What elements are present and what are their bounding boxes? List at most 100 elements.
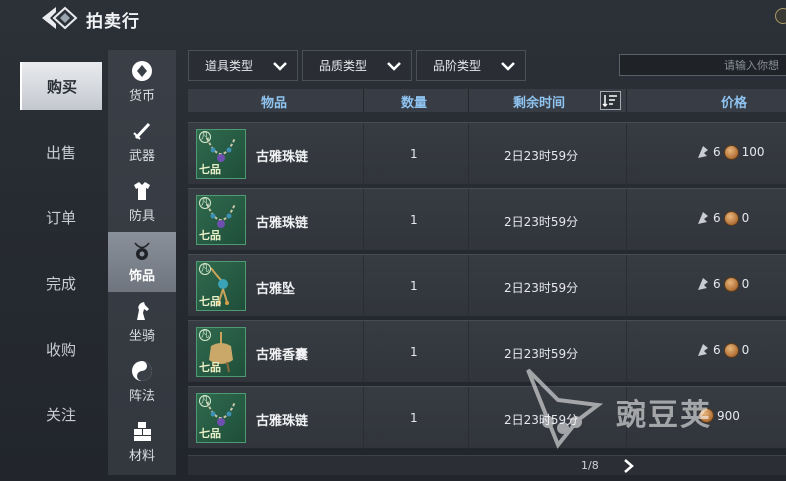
copper-coin-icon bbox=[699, 408, 714, 423]
feather-ingot-icon bbox=[698, 278, 708, 290]
coin-badge-icon[interactable] bbox=[775, 8, 786, 24]
back-icon[interactable] bbox=[40, 4, 80, 32]
currency-icon bbox=[132, 61, 152, 81]
item-quantity: 1 bbox=[410, 345, 418, 359]
tier-badge: 凡 bbox=[199, 329, 211, 341]
pagination-bar: 1/8 bbox=[188, 455, 786, 475]
necklace-icon: 凡 七品 bbox=[196, 129, 246, 179]
horse-icon bbox=[137, 302, 149, 320]
item-name: 古雅珠链 bbox=[256, 150, 309, 165]
item-price: 6 0 bbox=[696, 342, 749, 358]
item-quantity: 1 bbox=[410, 411, 418, 425]
nav-sell[interactable]: 出售 bbox=[20, 128, 102, 176]
price-coin: 0 bbox=[741, 211, 750, 225]
tier-badge: 凡 bbox=[199, 395, 211, 407]
feather-ingot-icon bbox=[698, 146, 708, 158]
feather-ingot-icon bbox=[698, 212, 708, 224]
category-label: 饰品 bbox=[128, 269, 155, 284]
category-label: 阵法 bbox=[128, 389, 155, 404]
category-armor[interactable]: 防具 bbox=[108, 172, 176, 232]
item-quantity: 1 bbox=[410, 213, 418, 227]
necklace-icon: 凡 七品 bbox=[196, 393, 246, 443]
tier-badge: 凡 bbox=[199, 263, 211, 275]
header-bar: 拍卖行 bbox=[0, 0, 786, 40]
nav-buy[interactable]: 购买 bbox=[20, 62, 102, 110]
column-header-item: 物品 bbox=[261, 96, 288, 111]
nav-watchlist[interactable]: 关注 bbox=[20, 390, 102, 438]
necklace-icon: 凡 七品 bbox=[196, 195, 246, 245]
nav-completed[interactable]: 完成 bbox=[20, 259, 102, 307]
sachet-icon: 凡 七品 bbox=[196, 327, 246, 377]
tier-badge: 凡 bbox=[199, 131, 211, 143]
item-type-label: 道具类型 bbox=[205, 59, 254, 73]
quality-label: 七品 bbox=[199, 229, 221, 242]
item-price: 6 0 bbox=[696, 210, 749, 226]
category-column: 货币 武器 防具 饰品 坐骑 阵法 材料 bbox=[108, 50, 176, 475]
yinyang-icon bbox=[132, 361, 152, 381]
quality-label: 七品 bbox=[199, 427, 221, 440]
column-header-quantity: 数量 bbox=[401, 96, 428, 111]
tier-type-label: 品阶类型 bbox=[433, 59, 482, 73]
item-name: 古雅香囊 bbox=[256, 348, 309, 363]
table-row[interactable]: 凡 七品 古雅香囊 1 2日23时59分 6 0 bbox=[188, 320, 786, 383]
quality-label: 七品 bbox=[199, 361, 221, 374]
quality-label: 七品 bbox=[199, 163, 221, 176]
item-type-dropdown[interactable]: 道具类型 bbox=[188, 50, 298, 81]
category-label: 武器 bbox=[128, 149, 155, 164]
page-indicator: 1/8 bbox=[581, 459, 599, 472]
category-weapon[interactable]: 武器 bbox=[108, 112, 176, 172]
item-price: 6 0 bbox=[696, 276, 749, 292]
column-header-price: 价格 bbox=[721, 96, 748, 111]
quality-type-dropdown[interactable]: 品质类型 bbox=[302, 50, 412, 81]
item-remaining-time: 2日23时59分 bbox=[504, 413, 579, 427]
category-accessory[interactable]: 饰品 bbox=[108, 232, 176, 292]
price-coin: 100 bbox=[741, 145, 765, 159]
copper-coin-icon bbox=[723, 144, 739, 160]
page-title: 拍卖行 bbox=[86, 12, 140, 32]
sort-icon bbox=[602, 95, 617, 108]
category-material[interactable]: 材料 bbox=[108, 412, 176, 472]
table-row[interactable]: 凡 七品 古雅坠 1 2日23时59分 6 0 bbox=[188, 254, 786, 317]
tier-badge: 凡 bbox=[199, 197, 211, 209]
nav-orders[interactable]: 订单 bbox=[20, 193, 102, 241]
table-row[interactable]: 凡 七品 古雅珠链 1 2日23时59分 6 0 bbox=[188, 188, 786, 251]
price-main: 6 bbox=[713, 343, 721, 357]
item-remaining-time: 2日23时59分 bbox=[504, 149, 579, 163]
pendant-icon bbox=[134, 242, 150, 260]
item-price: 900 bbox=[696, 408, 740, 423]
copper-coin-icon bbox=[723, 276, 739, 292]
item-quantity: 1 bbox=[410, 147, 418, 161]
item-quantity: 1 bbox=[410, 279, 418, 293]
item-name: 古雅珠链 bbox=[256, 216, 309, 231]
sort-button[interactable] bbox=[600, 91, 621, 110]
quality-label: 七品 bbox=[199, 295, 221, 308]
category-mount[interactable]: 坐骑 bbox=[108, 292, 176, 352]
category-label: 防具 bbox=[128, 209, 155, 224]
pendant-item-icon: 凡 七品 bbox=[196, 261, 246, 311]
item-name: 古雅坠 bbox=[256, 282, 296, 297]
category-currency[interactable]: 货币 bbox=[108, 52, 176, 112]
price-main: 6 bbox=[713, 277, 721, 291]
copper-coin-icon bbox=[723, 342, 739, 358]
item-remaining-time: 2日23时59分 bbox=[504, 281, 579, 295]
tier-type-dropdown[interactable]: 品阶类型 bbox=[416, 50, 526, 81]
item-name: 古雅珠链 bbox=[256, 414, 309, 429]
category-formation[interactable]: 阵法 bbox=[108, 352, 176, 412]
armor-icon bbox=[134, 182, 150, 200]
price-coin: 0 bbox=[741, 343, 750, 357]
next-page-icon[interactable] bbox=[621, 458, 637, 474]
table-row[interactable]: 凡 七品 古雅珠链 1 2日23时59分 900 bbox=[188, 386, 786, 449]
chevron-down-icon bbox=[387, 62, 401, 71]
chevron-down-icon bbox=[273, 62, 287, 71]
column-header-remaining-time: 剩余时间 bbox=[513, 96, 566, 111]
price-main: 6 bbox=[713, 145, 721, 159]
price-main: 6 bbox=[713, 211, 721, 225]
search-input[interactable] bbox=[619, 54, 786, 76]
category-label: 材料 bbox=[128, 449, 155, 464]
category-label: 货币 bbox=[128, 89, 155, 104]
nav-acquire[interactable]: 收购 bbox=[20, 325, 102, 373]
feather-ingot-icon bbox=[698, 344, 708, 356]
table-header: 物品 数量 剩余时间 价格 bbox=[188, 89, 786, 112]
table-row[interactable]: 凡 七品 古雅珠链 1 2日23时59分 6 100 bbox=[188, 122, 786, 185]
sword-icon bbox=[133, 122, 151, 140]
